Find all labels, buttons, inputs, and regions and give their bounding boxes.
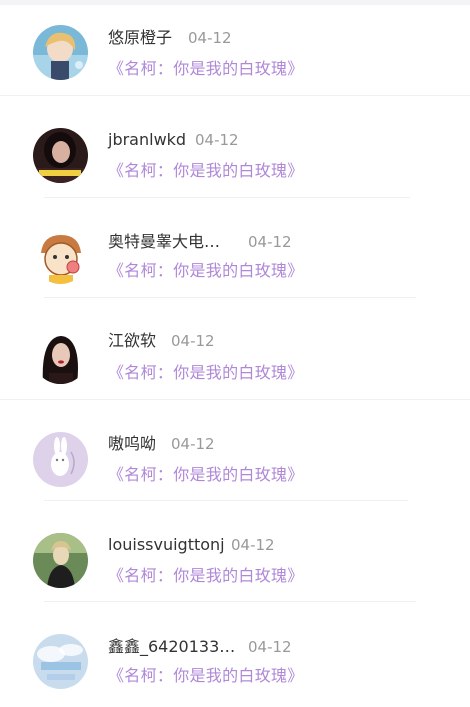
avatar[interactable] [33,432,88,487]
avatar[interactable] [33,25,88,80]
list-item[interactable]: 江欲软 04-12 《名柯：你是我的白玫瑰》 [0,303,470,404]
anime-boy-avatar-icon [33,25,88,80]
comment-username[interactable]: 江欲软 [108,331,156,351]
comment-username[interactable]: louissvuigttonj [108,535,225,555]
song-link[interactable]: 《名柯：你是我的白玫瑰》 [108,363,304,383]
comment-username[interactable]: 悠原橙子 [108,28,172,48]
row-divider [0,95,470,96]
song-link[interactable]: 《名柯：你是我的白玫瑰》 [108,161,304,181]
comment-username[interactable]: jbranlwkd [108,130,186,150]
song-link[interactable]: 《名柯：你是我的白玫瑰》 [108,465,304,485]
outdoor-girl-avatar-icon [33,533,88,588]
list-item[interactable]: louissvuigttonj 04-12 《名柯：你是我的白玫瑰》 [0,505,470,606]
comment-date: 04-12 [248,233,292,251]
row-divider [0,399,470,400]
avatar[interactable] [33,533,88,588]
list-item[interactable]: 嗷呜呦 04-12 《名柯：你是我的白玫瑰》 [0,404,470,505]
comment-username[interactable]: 嗷呜呦 [108,434,156,454]
song-link[interactable]: 《名柯：你是我的白玫瑰》 [108,261,304,281]
girl-portrait-avatar-icon [33,329,88,384]
avatar[interactable] [33,229,88,284]
bunny-avatar-icon [33,432,88,487]
song-link[interactable]: 《名柯：你是我的白玫瑰》 [108,566,304,586]
girl-photo-avatar-icon [33,128,88,183]
row-divider [44,197,410,198]
list-item[interactable]: 奥特曼睾大电… 04-12 《名柯：你是我的白玫瑰》 [0,202,470,303]
row-divider [44,297,416,298]
list-item[interactable]: 鑫鑫_6420133… 04-12 《名柯：你是我的白玫瑰》 [0,606,470,707]
avatar[interactable] [33,329,88,384]
row-divider [44,500,408,501]
comment-date: 04-12 [171,435,215,453]
comment-date: 04-12 [171,332,215,350]
cartoon-kid-avatar-icon [33,229,88,284]
song-link[interactable]: 《名柯：你是我的白玫瑰》 [108,59,304,79]
comment-username[interactable]: 奥特曼睾大电… [108,232,220,252]
comment-date: 04-12 [195,131,239,149]
list-item[interactable]: 悠原橙子 04-12 《名柯：你是我的白玫瑰》 [0,0,470,101]
avatar[interactable] [33,634,88,689]
comment-username[interactable]: 鑫鑫_6420133… [108,637,235,657]
comment-date: 04-12 [188,29,232,47]
list-item[interactable]: jbranlwkd 04-12 《名柯：你是我的白玫瑰》 [0,101,470,202]
comment-date: 04-12 [248,638,292,656]
song-link[interactable]: 《名柯：你是我的白玫瑰》 [108,666,304,686]
comment-date: 04-12 [231,536,275,554]
row-divider [44,601,416,602]
avatar[interactable] [33,128,88,183]
sky-avatar-icon [33,634,88,689]
